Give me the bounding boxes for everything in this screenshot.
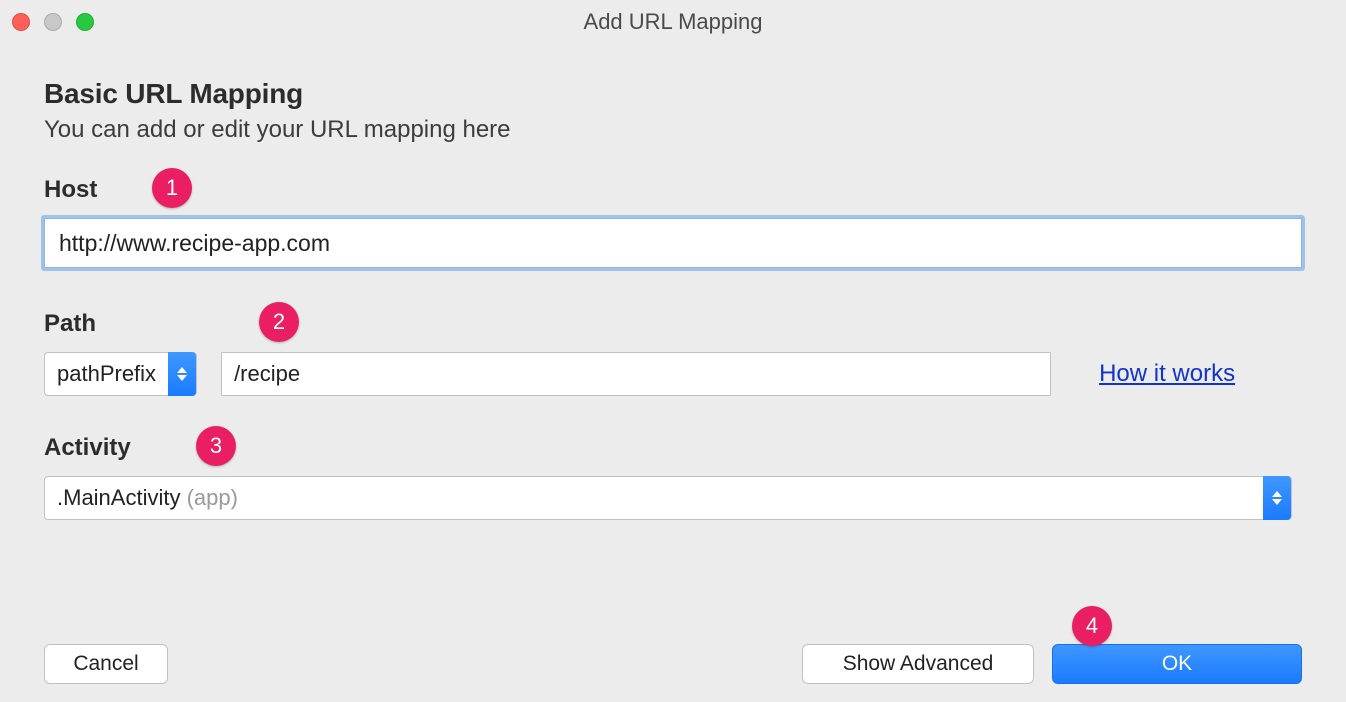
show-advanced-button[interactable]: Show Advanced [802, 644, 1034, 684]
window-close-button[interactable] [12, 13, 30, 31]
activity-group: Activity 3 .MainActivity (app) [44, 434, 1302, 520]
path-type-value: pathPrefix [45, 361, 168, 387]
host-group: Host 1 [44, 176, 1302, 268]
dialog-button-row: Cancel Show Advanced 4 OK [44, 644, 1302, 684]
section-title: Basic URL Mapping [44, 78, 1302, 110]
window-controls [12, 13, 94, 31]
title-bar: Add URL Mapping [0, 0, 1346, 44]
select-stepper-icon [168, 352, 196, 396]
right-buttons: Show Advanced 4 OK [802, 644, 1302, 684]
callout-badge-2: 2 [259, 302, 299, 342]
how-it-works-link[interactable]: How it works [1099, 360, 1235, 388]
host-input[interactable] [44, 218, 1302, 268]
callout-badge-1: 1 [152, 168, 192, 208]
path-input[interactable] [221, 352, 1051, 396]
ok-button[interactable]: OK [1052, 644, 1302, 684]
cancel-button[interactable]: Cancel [44, 644, 168, 684]
host-label: Host [44, 176, 97, 204]
window-title: Add URL Mapping [0, 9, 1346, 35]
path-group: Path 2 pathPrefix How it works [44, 310, 1302, 396]
path-label: Path [44, 310, 96, 338]
activity-label: Activity [44, 434, 131, 462]
dialog-content: Basic URL Mapping You can add or edit yo… [0, 44, 1346, 520]
activity-value-main: .MainActivity [57, 485, 180, 510]
path-type-select[interactable]: pathPrefix [44, 352, 197, 396]
window-minimize-button[interactable] [44, 13, 62, 31]
window-zoom-button[interactable] [76, 13, 94, 31]
activity-select[interactable]: .MainActivity (app) [44, 476, 1292, 520]
select-stepper-icon [1263, 476, 1291, 520]
activity-value: .MainActivity (app) [45, 485, 250, 511]
callout-badge-4: 4 [1072, 606, 1112, 646]
callout-badge-3: 3 [196, 426, 236, 466]
activity-value-suffix: (app) [180, 485, 237, 510]
section-description: You can add or edit your URL mapping her… [44, 116, 1302, 144]
